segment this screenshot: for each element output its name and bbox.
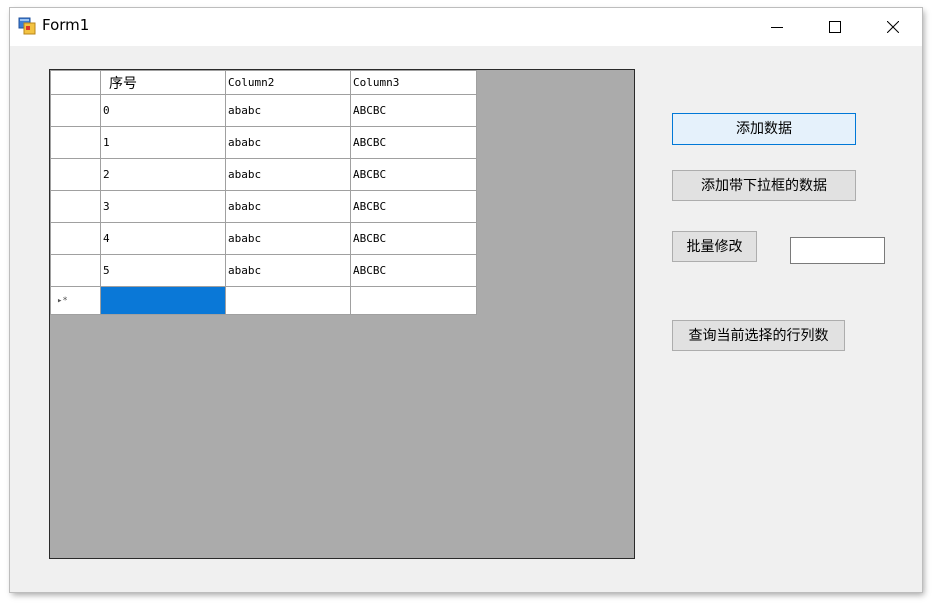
row-header[interactable] <box>50 94 101 127</box>
grid-cell[interactable]: ABCBC <box>350 254 477 287</box>
row-header[interactable] <box>50 254 101 287</box>
grid-cell[interactable] <box>225 286 351 315</box>
row-header[interactable] <box>50 158 101 191</box>
column-header[interactable]: Column2 <box>225 70 351 95</box>
row-header[interactable] <box>50 222 101 255</box>
table-row: 5 ababc ABCBC <box>50 254 477 287</box>
grid-cell[interactable]: 5 <box>100 254 226 287</box>
batch-modify-button[interactable]: 批量修改 <box>672 231 757 262</box>
grid-cell[interactable]: ababc <box>225 190 351 223</box>
window-title: Form1 <box>42 16 90 34</box>
grid-cell[interactable]: 2 <box>100 158 226 191</box>
query-selection-button[interactable]: 查询当前选择的行列数 <box>672 320 845 351</box>
grid-cell[interactable]: ABCBC <box>350 94 477 127</box>
grid-cell[interactable]: ababc <box>225 254 351 287</box>
table-row: 1 ababc ABCBC <box>50 126 477 159</box>
table-row: 3 ababc ABCBC <box>50 190 477 223</box>
row-header-corner[interactable] <box>50 70 101 95</box>
form-window: Form1 序号 Column2 Column3 0 ababc ABCBC 1… <box>10 8 922 592</box>
grid-header-row: 序号 Column2 Column3 <box>50 70 477 95</box>
add-dropdown-data-button[interactable]: 添加带下拉框的数据 <box>672 170 856 201</box>
maximize-icon <box>829 21 841 33</box>
grid-cell[interactable]: ABCBC <box>350 126 477 159</box>
grid-cell[interactable]: ABCBC <box>350 222 477 255</box>
title-bar[interactable]: Form1 <box>10 8 922 46</box>
grid-cell[interactable]: 1 <box>100 126 226 159</box>
grid-cell[interactable]: ababc <box>225 94 351 127</box>
grid-cell[interactable]: ABCBC <box>350 190 477 223</box>
row-header[interactable] <box>50 190 101 223</box>
batch-value-input[interactable] <box>790 237 885 264</box>
add-data-button[interactable]: 添加数据 <box>672 113 856 145</box>
grid-cell[interactable]: 4 <box>100 222 226 255</box>
data-grid-view[interactable]: 序号 Column2 Column3 0 ababc ABCBC 1 ababc… <box>49 69 635 559</box>
table-row: 4 ababc ABCBC <box>50 222 477 255</box>
grid-cell[interactable]: ABCBC <box>350 158 477 191</box>
column-header[interactable]: Column3 <box>350 70 477 95</box>
column-header[interactable]: 序号 <box>100 70 226 95</box>
maximize-button[interactable] <box>806 8 864 46</box>
table-row: 0 ababc ABCBC <box>50 94 477 127</box>
selected-cell[interactable] <box>100 286 226 315</box>
grid-cell[interactable]: ababc <box>225 126 351 159</box>
grid-cell[interactable] <box>350 286 477 315</box>
grid-cell[interactable]: 0 <box>100 94 226 127</box>
grid-cell[interactable]: ababc <box>225 222 351 255</box>
grid-cell[interactable]: 3 <box>100 190 226 223</box>
form-app-icon <box>18 17 36 35</box>
minimize-button[interactable] <box>748 8 806 46</box>
minimize-icon <box>771 27 783 28</box>
row-header[interactable] <box>50 126 101 159</box>
table-row: 2 ababc ABCBC <box>50 158 477 191</box>
new-row-marker[interactable]: ▸* <box>50 286 101 315</box>
new-row: ▸* <box>50 286 477 315</box>
close-button[interactable] <box>864 8 922 46</box>
grid-table: 序号 Column2 Column3 0 ababc ABCBC 1 ababc… <box>50 70 477 315</box>
close-icon <box>887 21 899 33</box>
grid-cell[interactable]: ababc <box>225 158 351 191</box>
